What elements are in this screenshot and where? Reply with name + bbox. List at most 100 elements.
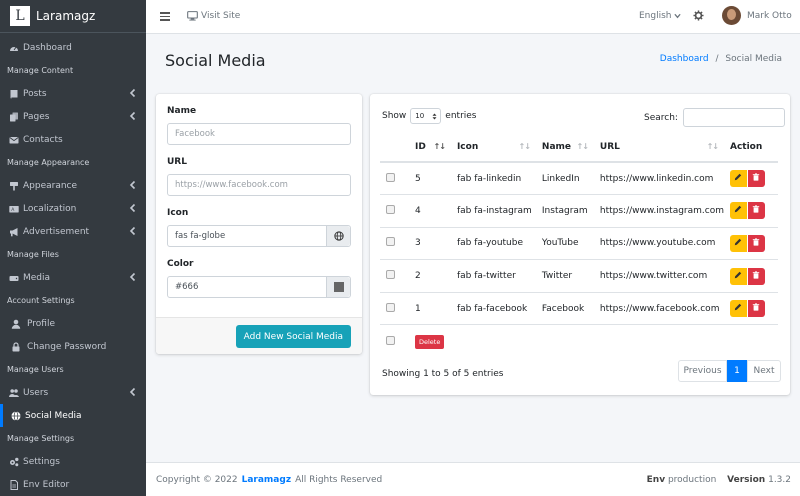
form-footer: Add New Social Media bbox=[156, 317, 362, 354]
edit-button[interactable] bbox=[729, 300, 747, 318]
cell-icon: fab fa-twitter bbox=[450, 259, 536, 293]
menu-toggle-icon[interactable] bbox=[160, 12, 170, 21]
dashboard-icon bbox=[8, 43, 20, 53]
color-input[interactable]: #666 bbox=[167, 276, 351, 298]
sidebar-item-label: Profile bbox=[27, 318, 55, 329]
sidebar-item-appearance[interactable]: Appearance bbox=[0, 174, 146, 197]
copyright-text: Copyright © 2022 bbox=[156, 475, 238, 485]
delete-button[interactable] bbox=[747, 202, 765, 220]
select-arrows-icon bbox=[432, 113, 437, 120]
pagination-next[interactable]: Next bbox=[747, 360, 781, 382]
add-social-media-form: Name Facebook URL https://www.facebook.c… bbox=[156, 94, 362, 354]
row-checkbox[interactable] bbox=[386, 204, 395, 214]
pencil-icon bbox=[734, 271, 742, 282]
pagination-page-1[interactable]: 1 bbox=[727, 360, 747, 382]
footer-brand-link[interactable]: Laramagz bbox=[242, 475, 291, 485]
delete-button[interactable] bbox=[747, 267, 765, 285]
breadcrumb-dashboard-link[interactable]: Dashboard bbox=[660, 54, 709, 64]
sidebar-item-social-media[interactable]: Social Media bbox=[0, 404, 146, 427]
icon-picker-button[interactable] bbox=[326, 226, 350, 246]
sidebar-item-label: Dashboard bbox=[23, 42, 72, 53]
icon-input-value: fas fa-globe bbox=[175, 231, 226, 241]
column-icon[interactable]: Icon ↑↓ bbox=[450, 132, 536, 163]
column-name[interactable]: Name ↑↓ bbox=[535, 132, 594, 163]
sidebar-item-users[interactable]: Users bbox=[0, 381, 146, 404]
sidebar-item-posts[interactable]: Posts bbox=[0, 82, 146, 105]
sidebar-item-pages[interactable]: Pages bbox=[0, 105, 146, 128]
edit-button[interactable] bbox=[729, 267, 747, 285]
entries-length: Show 10 entries bbox=[382, 108, 477, 124]
cell-id: 5 bbox=[408, 161, 451, 195]
add-social-media-button[interactable]: Add New Social Media bbox=[235, 325, 351, 348]
sidebar-item-label: Pages bbox=[23, 111, 50, 122]
sidebar-item-localization[interactable]: A Localization bbox=[0, 197, 146, 220]
brand-name: Laramagz bbox=[36, 9, 96, 23]
entries-label: entries bbox=[445, 111, 477, 121]
sidebar-item-label: Contacts bbox=[23, 134, 63, 145]
row-checkbox[interactable] bbox=[386, 237, 395, 247]
sidebar-item-label: Appearance bbox=[23, 180, 78, 191]
url-input[interactable]: https://www.facebook.com bbox=[167, 174, 351, 196]
color-input-value: #666 bbox=[175, 282, 199, 292]
user-avatar[interactable] bbox=[722, 6, 741, 25]
select-all-checkbox[interactable] bbox=[386, 335, 395, 345]
entries-select-value: 10 bbox=[415, 112, 425, 120]
sidebar-item-media[interactable]: Media bbox=[0, 266, 146, 289]
visit-site-label: Visit Site bbox=[201, 11, 241, 21]
chevron-left-icon bbox=[129, 226, 137, 236]
social-media-table-card: Show 10 entries Search: ID ↑↓ Icon ↑↓ Name… bbox=[370, 94, 790, 395]
social-media-table: ID ↑↓ Icon ↑↓ Name ↑↓ URL ↑↓ Action 5 fab fa-… bbox=[380, 132, 778, 358]
cell-id: 1 bbox=[408, 291, 451, 325]
delete-button[interactable] bbox=[747, 170, 765, 188]
gear-icon[interactable] bbox=[693, 10, 704, 21]
sidebar-item-settings[interactable]: Settings bbox=[0, 450, 146, 473]
edit-button[interactable] bbox=[729, 170, 747, 188]
bulk-action-row: Delete bbox=[380, 324, 778, 358]
edit-button[interactable] bbox=[729, 202, 747, 220]
edit-button[interactable] bbox=[729, 234, 747, 252]
delete-button[interactable] bbox=[747, 300, 765, 318]
sidebar-item-dashboard[interactable]: Dashboard bbox=[0, 36, 146, 59]
row-checkbox[interactable] bbox=[386, 302, 395, 312]
row-checkbox[interactable] bbox=[386, 172, 395, 182]
sidebar-item-env-editor[interactable]: Env Editor bbox=[0, 473, 146, 496]
chevron-left-icon bbox=[129, 203, 137, 213]
table-row: 2 fab fa-twitter Twitter https://www.twitte… bbox=[380, 259, 778, 293]
user-name[interactable]: Mark Otto bbox=[747, 11, 792, 21]
search-input[interactable] bbox=[682, 108, 785, 127]
url-label: URL bbox=[167, 157, 187, 167]
language-dropdown[interactable]: English bbox=[639, 11, 681, 21]
sidebar-item-label: Localization bbox=[23, 203, 77, 214]
sidebar-item-label: Media bbox=[23, 272, 51, 283]
brand-link[interactable]: L Laramagz bbox=[0, 0, 146, 33]
sidebar-item-contacts[interactable]: Contacts bbox=[0, 128, 146, 151]
cell-url: https://www.instagram.com bbox=[593, 194, 724, 228]
sidebar-item-profile[interactable]: Profile bbox=[0, 312, 146, 335]
name-input[interactable]: Facebook bbox=[167, 123, 351, 145]
lock-icon bbox=[10, 341, 22, 352]
search-label: Search: bbox=[644, 112, 678, 123]
color-picker-button[interactable] bbox=[326, 277, 350, 297]
bulk-delete-button[interactable]: Delete bbox=[414, 334, 445, 349]
pagination-previous[interactable]: Previous bbox=[678, 360, 727, 382]
sidebar-item-label: Social Media bbox=[25, 410, 82, 421]
entries-select[interactable]: 10 bbox=[410, 108, 442, 124]
visit-site-link[interactable]: Visit Site bbox=[187, 11, 240, 21]
cell-name: Instagram bbox=[535, 194, 594, 228]
table-row: 4 fab fa-instagram Instagram https://www.in… bbox=[380, 194, 778, 228]
hdd-icon bbox=[8, 273, 20, 283]
delete-button[interactable] bbox=[747, 234, 765, 252]
version-value: 1.3.2 bbox=[768, 475, 791, 485]
color-label: Color bbox=[167, 259, 194, 269]
sort-icon: ↑↓ bbox=[706, 142, 719, 151]
icon-input[interactable]: fas fa-globe bbox=[167, 225, 351, 247]
row-checkbox[interactable] bbox=[386, 270, 395, 280]
sidebar-header: Account Settings bbox=[7, 296, 75, 305]
sidebar-item-change-password[interactable]: Change Password bbox=[0, 335, 146, 358]
sidebar-header: Manage Content bbox=[7, 66, 74, 75]
column-id[interactable]: ID ↑↓ bbox=[408, 132, 451, 163]
show-label: Show bbox=[382, 111, 407, 121]
sidebar-item-advertisement[interactable]: Advertisement bbox=[0, 220, 146, 243]
sidebar-item-label: Advertisement bbox=[23, 226, 90, 237]
column-url[interactable]: URL ↑↓ bbox=[593, 132, 724, 163]
